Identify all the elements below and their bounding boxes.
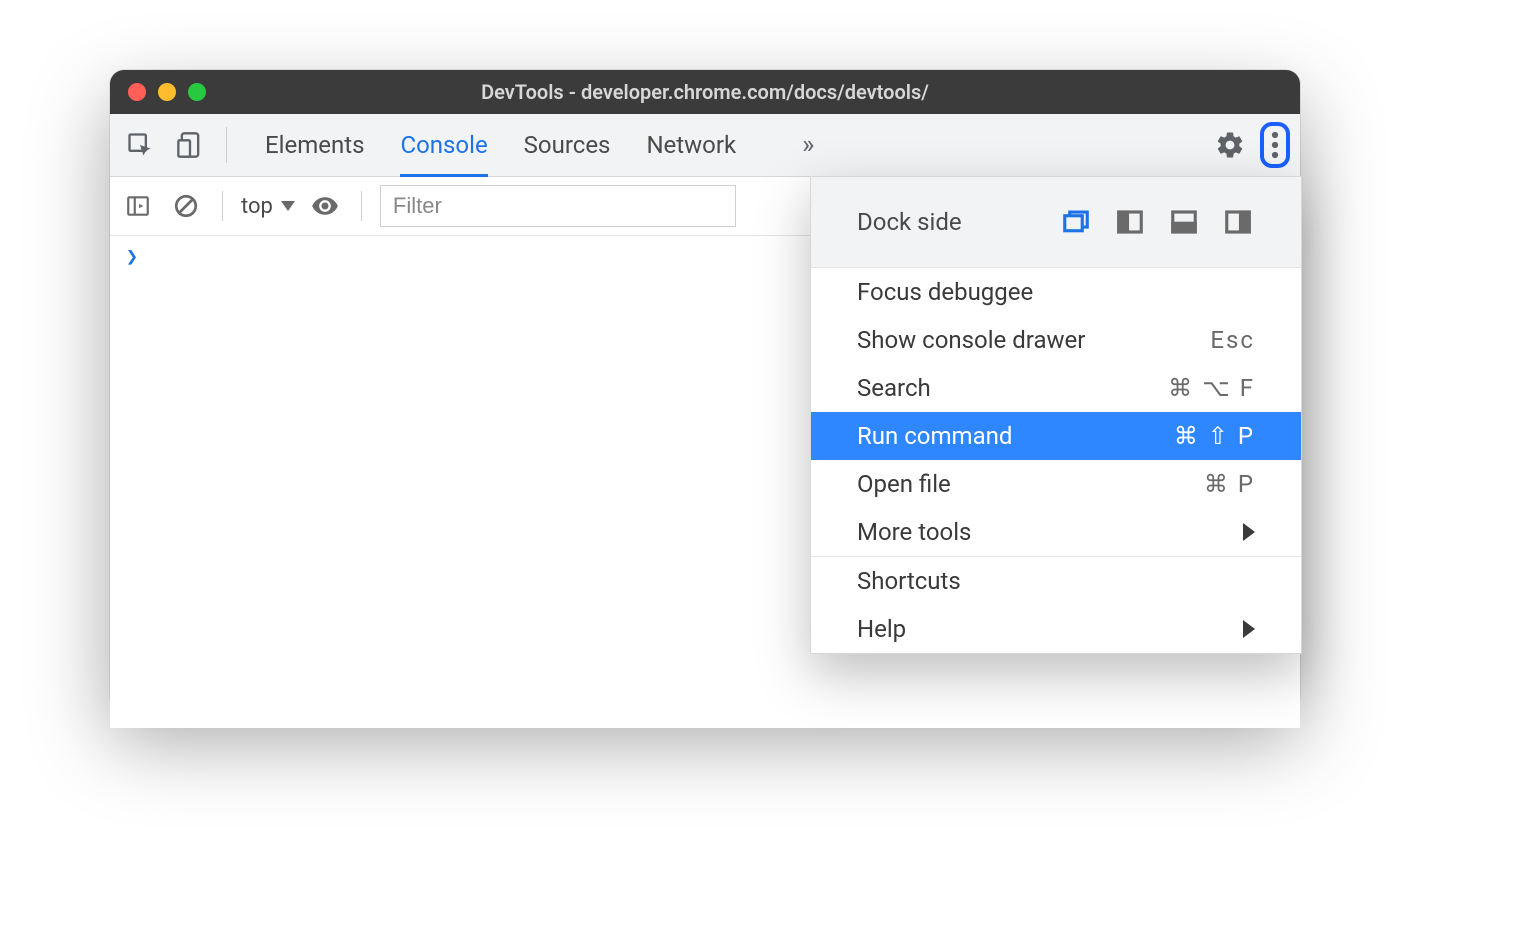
clear-console-icon[interactable] (168, 188, 204, 224)
dock-left-icon[interactable] (1113, 205, 1147, 239)
dock-side-label: Dock side (857, 208, 962, 236)
inspect-element-icon[interactable] (120, 125, 160, 165)
menu-item-run-command[interactable]: Run command ⌘ ⇧ P (811, 412, 1301, 460)
tab-elements[interactable]: Elements (265, 114, 364, 176)
menu-item-open-file[interactable]: Open file ⌘ P (811, 460, 1301, 508)
menu-item-more-tools[interactable]: More tools (811, 508, 1301, 556)
more-options-button-highlight (1260, 122, 1290, 168)
dock-undock-icon[interactable] (1059, 205, 1093, 239)
main-menu-dropdown: Dock side (810, 176, 1302, 654)
menu-item-shortcut: ⌘ ⌥ F (1168, 374, 1255, 402)
dock-side-section: Dock side (811, 177, 1301, 267)
menu-item-label: Run command (857, 422, 1012, 450)
menu-item-label: Shortcuts (857, 567, 961, 595)
toolbar-divider (361, 191, 362, 221)
toolbar-divider (226, 127, 227, 163)
menu-item-label: Search (857, 374, 931, 402)
menu-item-label: Show console drawer (857, 326, 1085, 354)
menu-item-shortcut: ⌘ P (1204, 470, 1255, 498)
menu-item-label: Focus debuggee (857, 278, 1033, 306)
window-title: DevTools - developer.chrome.com/docs/dev… (110, 80, 1300, 104)
menu-item-shortcut: ⌘ ⇧ P (1174, 422, 1255, 450)
console-prompt-icon: ❯ (126, 244, 138, 268)
menu-item-shortcuts[interactable]: Shortcuts (811, 557, 1301, 605)
toggle-sidebar-icon[interactable] (120, 188, 156, 224)
panel-tabs: Elements Console Sources Network » (265, 114, 814, 176)
toolbar-divider (222, 191, 223, 221)
minimize-window-button[interactable] (158, 83, 176, 101)
menu-item-label: More tools (857, 518, 971, 546)
context-label: top (241, 194, 273, 219)
tab-network[interactable]: Network (646, 114, 736, 176)
dropdown-triangle-icon (281, 201, 295, 211)
titlebar: DevTools - developer.chrome.com/docs/dev… (110, 70, 1300, 114)
menu-item-label: Help (857, 615, 906, 643)
devtools-window: DevTools - developer.chrome.com/docs/dev… (110, 70, 1300, 710)
device-toolbar-icon[interactable] (170, 125, 210, 165)
more-tabs-icon[interactable]: » (802, 130, 814, 160)
tab-sources[interactable]: Sources (524, 114, 611, 176)
dock-right-icon[interactable] (1221, 205, 1255, 239)
menu-item-show-console-drawer[interactable]: Show console drawer Esc (811, 316, 1301, 364)
menu-item-focus-debuggee[interactable]: Focus debuggee (811, 268, 1301, 316)
live-expression-icon[interactable] (307, 188, 343, 224)
menu-item-shortcut: Esc (1210, 326, 1255, 354)
execution-context-selector[interactable]: top (241, 194, 295, 219)
menu-item-help[interactable]: Help (811, 605, 1301, 653)
maximize-window-button[interactable] (188, 83, 206, 101)
menu-item-search[interactable]: Search ⌘ ⌥ F (811, 364, 1301, 412)
settings-icon[interactable] (1210, 125, 1250, 165)
main-toolbar: Elements Console Sources Network » (110, 114, 1300, 177)
tab-console[interactable]: Console (400, 114, 487, 176)
more-options-icon[interactable] (1270, 130, 1280, 160)
submenu-arrow-icon (1233, 523, 1255, 541)
submenu-arrow-icon (1233, 620, 1255, 638)
filter-input[interactable] (380, 185, 736, 227)
dock-bottom-icon[interactable] (1167, 205, 1201, 239)
window-controls (128, 83, 206, 101)
menu-item-label: Open file (857, 470, 951, 498)
close-window-button[interactable] (128, 83, 146, 101)
